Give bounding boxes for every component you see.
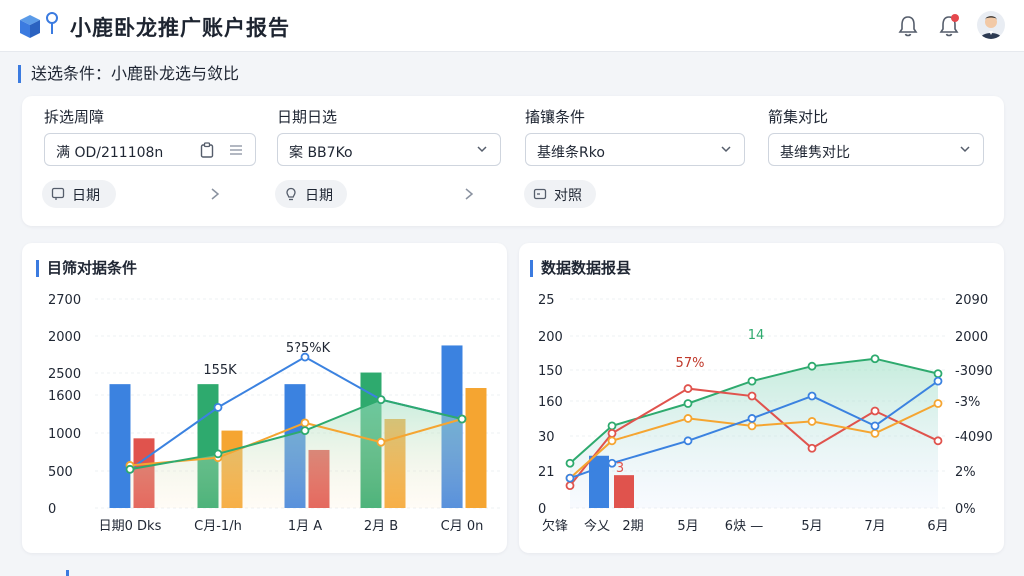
left-point-blue [213, 402, 223, 412]
left-point-green [457, 414, 467, 424]
left-x-tick: 日期0 Dks [99, 519, 162, 534]
left-x-tick: C月-1/h [194, 519, 242, 534]
next-section-marker [66, 570, 69, 576]
left-y-tick: 500 [48, 465, 73, 480]
left-bar-blue [109, 384, 131, 508]
left-annotation: 155K [203, 363, 237, 378]
left-y-tick: 0 [48, 502, 56, 517]
left-point-green [125, 464, 135, 474]
left-x-tick: 1月 A [288, 519, 322, 534]
left-point-orange [300, 418, 310, 428]
left-y-tick: 1600 [48, 389, 81, 404]
left-y-tick: 2000 [48, 330, 81, 345]
left-point-green [300, 426, 310, 435]
left-bar-orange [465, 388, 487, 508]
left-x-tick: C月 0n [441, 519, 484, 534]
left-point-green [213, 449, 223, 459]
left-y-tick: 1000 [48, 427, 81, 442]
left-point-orange [376, 437, 386, 447]
left-annotation: 5?5%K [286, 341, 331, 356]
left-point-green [376, 395, 386, 405]
left-y-tick: 2500 [48, 367, 81, 382]
left-y-tick: 2700 [48, 293, 81, 308]
left-chart: 2700 2000 2500 1600 1000 500 0 日期0 Dks C月-1/h 1月 … [48, 293, 500, 534]
left-x-tick: 2月 B [364, 519, 398, 534]
